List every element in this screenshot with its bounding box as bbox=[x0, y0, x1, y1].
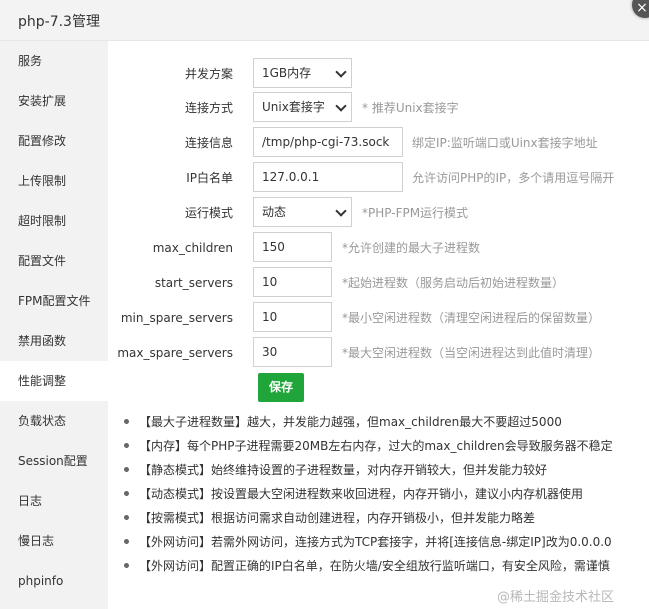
max-spare-servers-hint: *最大空闲进程数（当空闲进程达到此值时清理） bbox=[342, 346, 601, 360]
sidebar-item-log[interactable]: 日志 bbox=[0, 481, 108, 521]
run-mode-hint: *PHP-FPM运行模式 bbox=[362, 206, 469, 220]
tip-item: 【内存】每个PHP子进程需要20MB左右内存，过大的max_children会导… bbox=[118, 434, 613, 458]
sidebar-item-fpm-config[interactable]: FPM配置文件 bbox=[0, 281, 108, 321]
tip-item: 【最大子进程数量】越大，并发能力越强，但max_children最大不要超过50… bbox=[118, 410, 562, 434]
sidebar-item-config-edit[interactable]: 配置修改 bbox=[0, 121, 108, 161]
save-button[interactable]: 保存 bbox=[258, 373, 304, 402]
bullet-dot bbox=[124, 515, 129, 520]
sidebar-item-extensions[interactable]: 安装扩展 bbox=[0, 81, 108, 121]
concurrency-label: 并发方案 bbox=[184, 67, 233, 81]
sidebar-item-timeout-limit[interactable]: 超时限制 bbox=[0, 201, 108, 241]
ip-whitelist-input[interactable]: 127.0.0.1 bbox=[253, 162, 403, 192]
bullet-dot bbox=[124, 491, 129, 496]
sidebar-item-performance[interactable]: 性能调整 bbox=[0, 361, 108, 401]
start-servers-label: start_servers bbox=[154, 276, 233, 290]
conn-info-label: 连接信息 bbox=[184, 136, 233, 150]
concurrency-select[interactable]: 1GB内存 bbox=[253, 58, 352, 88]
tip-text: 【内存】每个PHP子进程需要20MB左右内存，过大的max_children会导… bbox=[139, 439, 613, 453]
min-spare-servers-label: min_spare_servers bbox=[120, 311, 233, 325]
tip-item: 【静态模式】始终维持设置的子进程数量，对内存开销较大，但并发能力较好 bbox=[118, 458, 547, 482]
run-mode-value: 动态 bbox=[262, 205, 287, 219]
tip-text: 【动态模式】按设置最大空闲进程数来收回进程，内存开销小，建议小内存机器使用 bbox=[139, 487, 584, 501]
ip-whitelist-label: IP白名单 bbox=[186, 171, 233, 185]
conn-mode-select[interactable]: Unix套接字 bbox=[253, 92, 352, 122]
close-glyph: × bbox=[636, 0, 648, 16]
chevron-down-icon bbox=[335, 66, 347, 78]
max-spare-servers-label: max_spare_servers bbox=[117, 346, 233, 360]
max-spare-servers-input[interactable]: 30 bbox=[253, 337, 332, 367]
sidebar-item-slow-log[interactable]: 慢日志 bbox=[0, 521, 108, 561]
bullet-dot bbox=[124, 419, 129, 424]
sidebar: 服务 安装扩展 配置修改 上传限制 超时限制 配置文件 FPM配置文件 禁用函数… bbox=[0, 41, 108, 609]
sidebar-item-session[interactable]: Session配置 bbox=[0, 441, 108, 481]
min-spare-servers-input[interactable]: 10 bbox=[253, 302, 332, 332]
conn-mode-label: 连接方式 bbox=[184, 101, 233, 115]
conn-mode-hint: * 推荐Unix套接字 bbox=[362, 101, 459, 115]
run-mode-label: 运行模式 bbox=[184, 206, 233, 220]
tip-text: 【最大子进程数量】越大，并发能力越强，但max_children最大不要超过50… bbox=[139, 415, 562, 429]
max-children-hint: *允许创建的最大子进程数 bbox=[342, 241, 481, 255]
conn-info-input[interactable]: /tmp/php-cgi-73.sock bbox=[253, 127, 403, 157]
max-children-input[interactable]: 150 bbox=[253, 232, 332, 262]
chevron-down-icon bbox=[335, 100, 347, 112]
bullet-dot bbox=[124, 539, 129, 544]
start-servers-hint: *起始进程数（服务启动后初始进程数量） bbox=[342, 276, 565, 290]
window-title: php-7.3管理 bbox=[18, 14, 100, 30]
tip-text: 【外网访问】配置正确的IP白名单，在防火墙/安全组放行监听端口，有安全风险，需谨… bbox=[139, 559, 610, 573]
tip-text: 【外网访问】若需外网访问，连接方式为TCP套接字，并将[连接信息-绑定IP]改为… bbox=[139, 535, 612, 549]
tip-item: 【外网访问】配置正确的IP白名单，在防火墙/安全组放行监听端口，有安全风险，需谨… bbox=[118, 554, 610, 578]
tip-item: 【外网访问】若需外网访问，连接方式为TCP套接字，并将[连接信息-绑定IP]改为… bbox=[118, 530, 612, 554]
title-bar: php-7.3管理 bbox=[0, 0, 649, 41]
conn-mode-value: Unix套接字 bbox=[262, 100, 325, 114]
php-manager-window: php-7.3管理 × 服务 安装扩展 配置修改 上传限制 超时限制 配置文件 … bbox=[0, 0, 649, 609]
sidebar-item-upload-limit[interactable]: 上传限制 bbox=[0, 161, 108, 201]
tip-item: 【动态模式】按设置最大空闲进程数来收回进程，内存开销小，建议小内存机器使用 bbox=[118, 482, 583, 506]
tip-text: 【静态模式】始终维持设置的子进程数量，对内存开销较大，但并发能力较好 bbox=[139, 463, 548, 477]
chevron-down-icon bbox=[335, 205, 347, 217]
bullet-dot bbox=[124, 443, 129, 448]
sidebar-item-config-file[interactable]: 配置文件 bbox=[0, 241, 108, 281]
tip-text: 【按需模式】根据访问需求自动创建进程，内存开销极小，但并发能力略差 bbox=[139, 511, 536, 525]
watermark: @稀土掘金技术社区 bbox=[497, 590, 615, 605]
bullet-dot bbox=[124, 467, 129, 472]
start-servers-input[interactable]: 10 bbox=[253, 267, 332, 297]
bullet-dot bbox=[124, 563, 129, 568]
max-children-label: max_children bbox=[152, 241, 233, 255]
sidebar-item-disabled-functions[interactable]: 禁用函数 bbox=[0, 321, 108, 361]
ip-whitelist-hint: 允许访问PHP的IP，多个请用逗号隔开 bbox=[412, 171, 615, 185]
tip-item: 【按需模式】根据访问需求自动创建进程，内存开销极小，但并发能力略差 bbox=[118, 506, 535, 530]
sidebar-item-service[interactable]: 服务 bbox=[0, 41, 108, 81]
run-mode-select[interactable]: 动态 bbox=[253, 197, 352, 227]
sidebar-item-load-status[interactable]: 负载状态 bbox=[0, 401, 108, 441]
concurrency-value: 1GB内存 bbox=[262, 66, 312, 80]
conn-info-hint: 绑定IP:监听端口或Uinx套接字地址 bbox=[412, 136, 598, 150]
sidebar-item-phpinfo[interactable]: phpinfo bbox=[0, 561, 108, 601]
min-spare-servers-hint: *最小空闲进程数（清理空闲进程后的保留数量） bbox=[342, 311, 601, 325]
